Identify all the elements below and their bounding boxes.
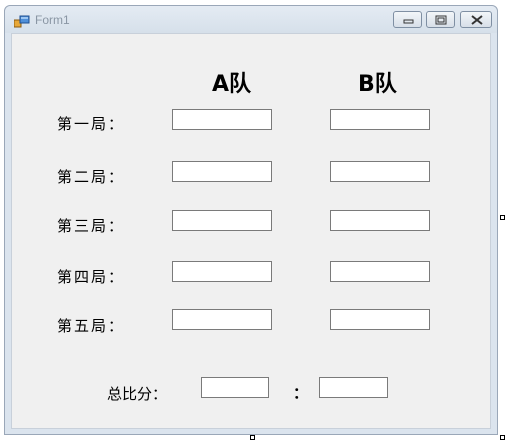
round-5-label: 第五局： bbox=[57, 317, 126, 335]
round-1-team-b-textbox[interactable] bbox=[330, 109, 430, 131]
total-team-b-input[interactable] bbox=[320, 379, 387, 399]
round-4-team-a-input[interactable] bbox=[173, 263, 271, 283]
window-title: Form1 bbox=[35, 13, 70, 27]
close-icon bbox=[471, 15, 483, 25]
total-team-a-textbox[interactable] bbox=[201, 377, 269, 399]
total-team-a-input[interactable] bbox=[202, 379, 268, 399]
round-1-label: 第一局： bbox=[57, 115, 126, 133]
title-bar[interactable]: Form1 bbox=[5, 6, 497, 33]
round-2-team-a-input[interactable] bbox=[173, 163, 271, 183]
round-1-team-a-textbox[interactable] bbox=[172, 109, 272, 131]
resize-handle-bottom[interactable] bbox=[250, 435, 255, 440]
close-button[interactable] bbox=[460, 11, 492, 28]
round-3-team-a-input[interactable] bbox=[173, 212, 271, 232]
round-2-team-a-textbox[interactable] bbox=[172, 161, 272, 183]
resize-handle-corner[interactable] bbox=[500, 435, 505, 440]
form-window[interactable]: Form1 A队 B队 第一局： 第二局： 第三局： 第四局： 第五局： 总比分… bbox=[4, 5, 498, 435]
maximize-icon bbox=[435, 15, 447, 25]
round-1-team-a-input[interactable] bbox=[173, 111, 271, 131]
total-team-b-textbox[interactable] bbox=[319, 377, 388, 399]
round-4-team-b-textbox[interactable] bbox=[330, 261, 430, 283]
winforms-app-icon bbox=[13, 13, 30, 28]
round-3-team-a-textbox[interactable] bbox=[172, 210, 272, 232]
total-score-label: 总比分： bbox=[107, 385, 168, 403]
round-2-team-b-textbox[interactable] bbox=[330, 161, 430, 183]
round-4-team-b-input[interactable] bbox=[331, 263, 429, 283]
designer-surface: Form1 A队 B队 第一局： 第二局： 第三局： 第四局： 第五局： 总比分… bbox=[0, 0, 506, 442]
round-5-team-a-input[interactable] bbox=[173, 311, 271, 331]
round-2-team-b-input[interactable] bbox=[331, 163, 429, 183]
round-3-label: 第三局： bbox=[57, 217, 126, 235]
minimize-button[interactable] bbox=[393, 11, 422, 28]
resize-handle-right[interactable] bbox=[500, 215, 505, 220]
round-3-team-b-textbox[interactable] bbox=[330, 210, 430, 232]
form-client-area: A队 B队 第一局： 第二局： 第三局： 第四局： 第五局： 总比分： ： bbox=[11, 33, 491, 429]
team-a-header: A队 bbox=[212, 72, 252, 97]
round-4-team-a-textbox[interactable] bbox=[172, 261, 272, 283]
round-2-label: 第二局： bbox=[57, 168, 126, 186]
team-b-header: B队 bbox=[358, 72, 397, 97]
round-5-team-b-input[interactable] bbox=[331, 311, 429, 331]
round-5-team-a-textbox[interactable] bbox=[172, 309, 272, 331]
total-score-separator: ： bbox=[293, 384, 309, 402]
minimize-icon bbox=[403, 19, 414, 24]
maximize-button[interactable] bbox=[426, 11, 455, 28]
round-3-team-b-input[interactable] bbox=[331, 212, 429, 232]
round-5-team-b-textbox[interactable] bbox=[330, 309, 430, 331]
round-4-label: 第四局： bbox=[57, 268, 126, 286]
round-1-team-b-input[interactable] bbox=[331, 111, 429, 131]
